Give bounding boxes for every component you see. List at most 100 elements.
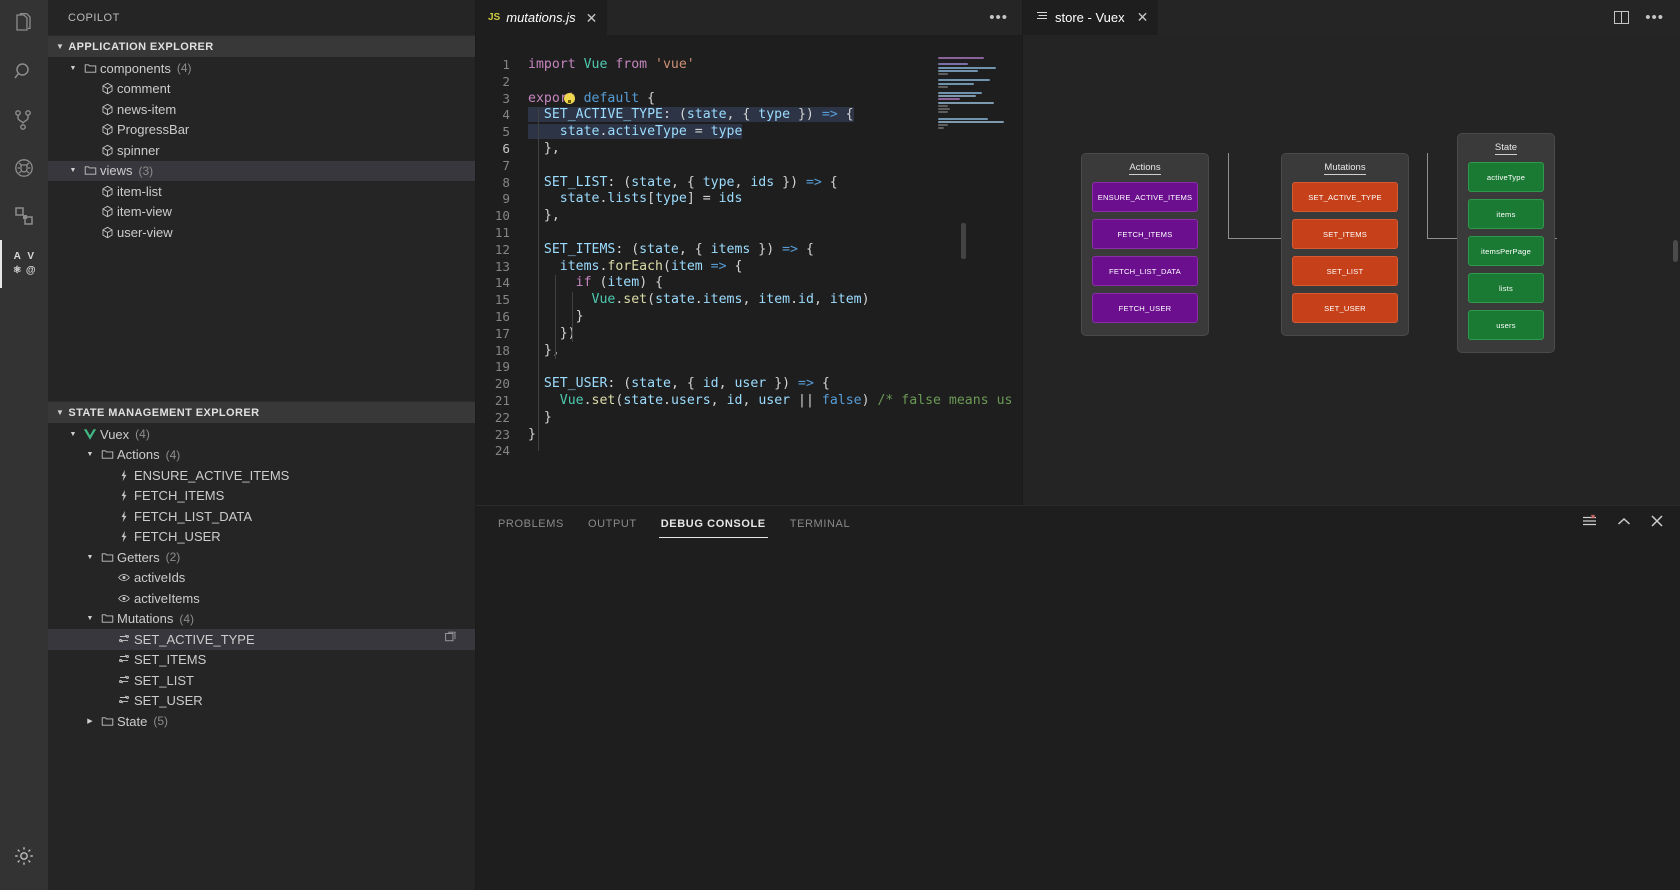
tab-store-vuex[interactable]: store - Vuex ✕ (1023, 0, 1159, 35)
graph-node[interactable]: itemsPerPage (1468, 236, 1544, 266)
line-number: 12 (494, 241, 510, 257)
graph-scrollbar[interactable] (1673, 240, 1678, 262)
twisty-icon[interactable]: ▼ (66, 167, 80, 174)
graph-node[interactable]: ENSURE_ACTIVE_ITEMS (1092, 182, 1198, 212)
tree-row[interactable]: ▼SET_LIST (48, 670, 475, 691)
tree-row[interactable]: ▼news-item (48, 99, 475, 120)
graph-group-state[interactable]: State activeType items itemsPerPage lists use… (1457, 133, 1555, 353)
tree-row[interactable]: ▼FETCH_USER (48, 527, 475, 548)
graph-node[interactable]: SET_LIST (1292, 256, 1398, 286)
twisty-icon[interactable]: ▼ (83, 451, 97, 458)
editor-tabbar: JS mutations.js ✕ ••• (476, 0, 1022, 35)
files-icon (12, 12, 36, 36)
activity-debug-icon[interactable] (0, 144, 48, 192)
tree-row[interactable]: ▼SET_ITEMS (48, 650, 475, 671)
line-number: 23 (494, 426, 510, 442)
panel-tab[interactable]: DEBUG CONSOLE (658, 509, 768, 538)
minimap-line (938, 85, 948, 88)
close-panel-icon[interactable] (1650, 514, 1664, 533)
panel-tab[interactable]: TERMINAL (788, 509, 852, 538)
mutation-icon (114, 633, 134, 646)
activity-bar: A V ⚛ @ (0, 0, 48, 890)
graph-node[interactable]: SET_USER (1292, 293, 1398, 323)
tree-row[interactable]: ▼FETCH_LIST_DATA (48, 506, 475, 527)
section-header-application-explorer[interactable]: ▼ APPLICATION EXPLORER (48, 35, 475, 57)
debug-console-output[interactable] (476, 541, 1680, 890)
tree-row[interactable]: ▼ views (3) (48, 160, 475, 181)
minimap[interactable] (938, 57, 1006, 505)
twisty-icon[interactable]: ▶ (83, 717, 97, 725)
graph-group-mutations[interactable]: Mutations SET_ACTIVE_TYPE SET_ITEMS SET_LIS… (1281, 153, 1409, 336)
activity-settings-icon[interactable] (0, 832, 48, 880)
source-control-icon (12, 108, 36, 132)
line-number: 15 (494, 292, 510, 308)
twisty-icon[interactable]: ▼ (83, 615, 97, 622)
tree-row-label: activeItems (134, 590, 200, 606)
tree-row[interactable]: ▼comment (48, 79, 475, 100)
section-header-state-management-explorer[interactable]: ▼ STATE MANAGEMENT EXPLORER (48, 401, 475, 423)
close-icon[interactable]: ✕ (586, 11, 598, 25)
split-editor-icon[interactable] (1614, 11, 1630, 24)
graph-node[interactable]: SET_ITEMS (1292, 219, 1398, 249)
tree-row-label: components (100, 60, 171, 76)
activity-explorer-icon[interactable] (0, 0, 48, 48)
tree-row[interactable]: ▼ Getters (2) (48, 547, 475, 568)
graph-node[interactable]: items (1468, 199, 1544, 229)
editor-scrollbar-thumb[interactable] (961, 223, 966, 259)
tree-row[interactable]: ▼activeIds (48, 568, 475, 589)
twisty-icon[interactable]: ▼ (83, 554, 97, 561)
graph-node[interactable]: FETCH_LIST_DATA (1092, 256, 1198, 286)
line-number: 19 (494, 359, 510, 375)
minimap-line (938, 92, 982, 95)
activity-source-control-icon[interactable] (0, 96, 48, 144)
tree-row[interactable]: ▼item-list (48, 181, 475, 202)
tree-row[interactable]: ▼ENSURE_ACTIVE_ITEMS (48, 465, 475, 486)
tree-row[interactable]: ▼SET_USER (48, 691, 475, 712)
component-icon (97, 123, 117, 136)
clear-console-icon[interactable] (1582, 514, 1598, 533)
tree-row[interactable]: ▼ProgressBar (48, 120, 475, 141)
graph-node[interactable]: lists (1468, 273, 1544, 303)
panel-tab[interactable]: OUTPUT (586, 509, 639, 538)
panel-tab[interactable]: PROBLEMS (496, 509, 566, 538)
application-explorer-tree[interactable]: ▼components(4)▼comment▼news-item▼Progres… (48, 57, 475, 401)
activity-search-icon[interactable] (0, 48, 48, 96)
tree-row[interactable]: ▼item-view (48, 202, 475, 223)
state-management-explorer-tree[interactable]: ▼Vuex(4)▼Actions(4)▼ENSURE_ACTIVE_ITEMS▼… (48, 423, 475, 890)
tree-row[interactable]: ▼ Actions (4) (48, 445, 475, 466)
minimap-line (938, 98, 960, 101)
tab-mutations-js[interactable]: JS mutations.js ✕ (476, 0, 609, 35)
graph-node[interactable]: users (1468, 310, 1544, 340)
tree-row[interactable]: ▼activeItems (48, 588, 475, 609)
line-number: 2 (502, 73, 510, 89)
graph-group-actions[interactable]: Actions ENSURE_ACTIVE_ITEMS FETCH_ITEMS FET… (1081, 153, 1209, 336)
activity-extensions-icon[interactable] (0, 192, 48, 240)
vuex-graph-view[interactable]: Actions ENSURE_ACTIVE_ITEMS FETCH_ITEMS FET… (1023, 35, 1680, 505)
tree-row[interactable]: ▶ State (5) (48, 711, 475, 732)
lightbulb-icon[interactable] (564, 92, 575, 104)
graph-node[interactable]: activeType (1468, 162, 1544, 192)
line-number: 16 (494, 308, 510, 324)
code-editor[interactable]: 1 import Vue from 'vue' 2 3 export default {… (476, 35, 1022, 505)
close-icon[interactable]: ✕ (1137, 9, 1149, 26)
tree-row[interactable]: ▼ components (4) (48, 58, 475, 79)
more-actions-icon[interactable]: ••• (989, 10, 1008, 25)
graph-node[interactable]: FETCH_ITEMS (1092, 219, 1198, 249)
graph-node[interactable]: SET_ACTIVE_TYPE (1292, 182, 1398, 212)
tree-row[interactable]: ▼spinner (48, 140, 475, 161)
tree-row[interactable]: ▼ Vuex (4) (48, 424, 475, 445)
graph-node[interactable]: FETCH_USER (1092, 293, 1198, 323)
open-preview-icon[interactable] (444, 631, 457, 647)
tree-row[interactable]: ▼FETCH_ITEMS (48, 486, 475, 507)
twisty-icon[interactable]: ▼ (66, 431, 80, 438)
activity-state-explorer-icon[interactable]: A V ⚛ @ (0, 240, 48, 288)
twisty-icon[interactable]: ▼ (66, 65, 80, 72)
more-actions-icon[interactable]: ••• (1645, 10, 1664, 25)
tree-row[interactable]: ▼ Mutations (4) (48, 609, 475, 630)
minimap-line (938, 69, 978, 72)
maximize-panel-icon[interactable] (1616, 515, 1632, 533)
vuex-graph-canvas[interactable]: Actions ENSURE_ACTIVE_ITEMS FETCH_ITEMS FET… (1023, 35, 1680, 505)
tree-row[interactable]: ▼user-view (48, 222, 475, 243)
tree-row[interactable]: ▼SET_ACTIVE_TYPE (48, 629, 475, 650)
minimap-line (938, 120, 1004, 123)
